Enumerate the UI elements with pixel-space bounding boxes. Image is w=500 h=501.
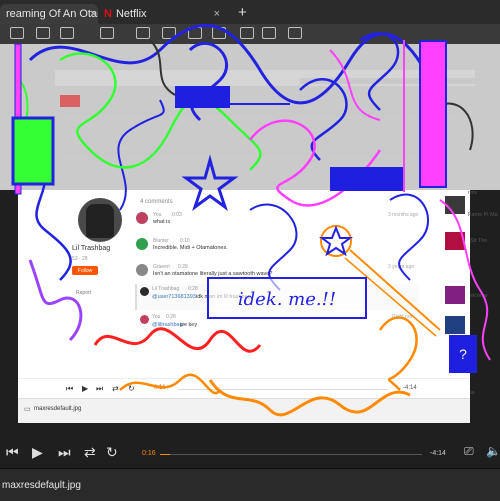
comment-text: what is [153,219,171,225]
remaining-time: -4:14 [430,450,446,457]
chevron-down-icon[interactable]: ⌄ [52,482,60,493]
cast-icon[interactable]: ⎚ [464,444,474,459]
follow-button[interactable]: Follow [72,266,98,275]
fill-color-icon[interactable] [188,27,202,39]
rotate-icon[interactable] [240,27,254,39]
comment-age: 3 years ago [388,264,415,270]
download-file-name[interactable]: maxresdefault.jpg [2,480,81,491]
sidebar-thumbnail[interactable] [445,286,465,304]
inner-progress-track[interactable] [178,389,388,390]
progress-track[interactable] [160,454,422,455]
artist-stats: 53 · 28 [72,256,88,262]
next-icon[interactable]: ⏭ [58,444,71,461]
annotate-icon[interactable] [288,27,302,39]
pen-tool-icon[interactable] [10,27,24,39]
next-icon[interactable]: ⏭ [96,384,103,394]
avatar[interactable] [136,264,148,276]
sidebar-item-label[interactable]: Fame Pi Ma [468,212,498,218]
repeat-icon[interactable]: ↻ [106,444,118,461]
background-row [60,150,440,156]
inner-download-bar [18,398,470,423]
previous-icon[interactable]: ⏮ [6,444,19,461]
comment-mention[interactable]: @user713681393 [152,294,196,300]
artist-avatar[interactable] [78,198,122,242]
comment-text: Incredible. Midi + Otamatones. [153,245,228,251]
comment-user[interactable]: You [153,212,161,218]
netflix-icon: N [104,8,112,20]
avatar[interactable] [136,238,148,250]
doodle-text: idek. me.!! [237,288,337,310]
shuffle-icon[interactable]: ⇄ [112,384,119,393]
volume-icon[interactable]: 🔈 [486,444,500,458]
comment-time[interactable]: 0:28 [178,264,188,270]
line-style-icon[interactable] [136,27,150,39]
close-tab-icon[interactable]: × [90,8,96,20]
comment-mention[interactable]: @liltrashbag [152,322,183,328]
download-file-name-inner[interactable]: maxresdefault.jpg [34,406,81,412]
background-page [0,44,500,190]
tab-otamatone-label: reaming Of An Otamatone [6,8,98,20]
sidebar-item-label[interactable]: Sit The [470,238,487,244]
background-bookmarks [300,78,480,84]
report-link[interactable]: Report [76,290,91,296]
progress-fill [160,454,170,455]
background-thumbnail [60,95,80,107]
comment-time[interactable]: 0:28 [188,286,198,292]
avatar[interactable] [140,287,149,296]
comment-user[interactable]: Blunter [153,238,169,244]
comment-text: we key [180,322,198,328]
comment-user[interactable]: You [152,314,160,320]
previous-icon[interactable]: ⏮ [66,384,73,394]
sidebar-item-label[interactable]: elcome [470,293,488,299]
file-icon: ▭ [24,406,31,413]
comment-text: Isn't an otamatone literally just a sawt… [153,271,273,277]
artist-name[interactable]: Lil Trashbag [72,245,110,252]
sign-tool-icon[interactable] [100,27,114,39]
avatar[interactable] [140,315,149,324]
player-bar [0,424,500,468]
tab-netflix-label: Netflix [115,8,147,20]
play-icon[interactable]: ▶ [82,384,88,393]
help-icon[interactable]: ? [449,335,477,373]
crop-icon[interactable] [262,27,276,39]
background-row [60,110,460,116]
comment-time[interactable]: 0:28 [166,314,176,320]
sidebar-thumbnail[interactable] [445,196,465,214]
close-tab-icon[interactable]: × [214,8,220,20]
comment-user[interactable]: Lil Trashbag [152,286,179,292]
sidebar-thumbnail[interactable] [445,232,465,250]
tab-netflix[interactable]: N Netflix × [98,4,226,24]
shape-tool-icon[interactable] [36,27,50,39]
sidebar-thumbnail[interactable] [445,316,465,334]
new-tab-button[interactable]: + [238,4,247,21]
comment-time[interactable]: 0:10 [180,238,190,244]
text-tool-icon[interactable] [60,27,74,39]
avatar[interactable] [136,212,148,224]
tab-otamatone[interactable]: reaming Of An Otamatone [0,4,98,24]
comment-time[interactable]: 0:03 [172,212,182,218]
comment-age: Right now [392,314,415,320]
play-icon[interactable]: ▶ [32,444,43,461]
shuffle-icon[interactable]: ⇄ [84,444,96,461]
border-color-icon[interactable] [162,27,176,39]
remaining-time-inner: -4:14 [403,385,417,391]
elapsed-time-inner: 0:16 [154,385,166,391]
comment-age: 3 months ago [388,212,419,218]
font-icon[interactable] [212,27,226,39]
comment-user[interactable]: Graeeri [153,264,170,270]
repeat-icon[interactable]: ↻ [128,384,135,393]
sidebar-item-label[interactable]: rmx [468,190,477,196]
comments-count: 4 comments [140,199,173,205]
elapsed-time: 0:16 [142,450,156,457]
